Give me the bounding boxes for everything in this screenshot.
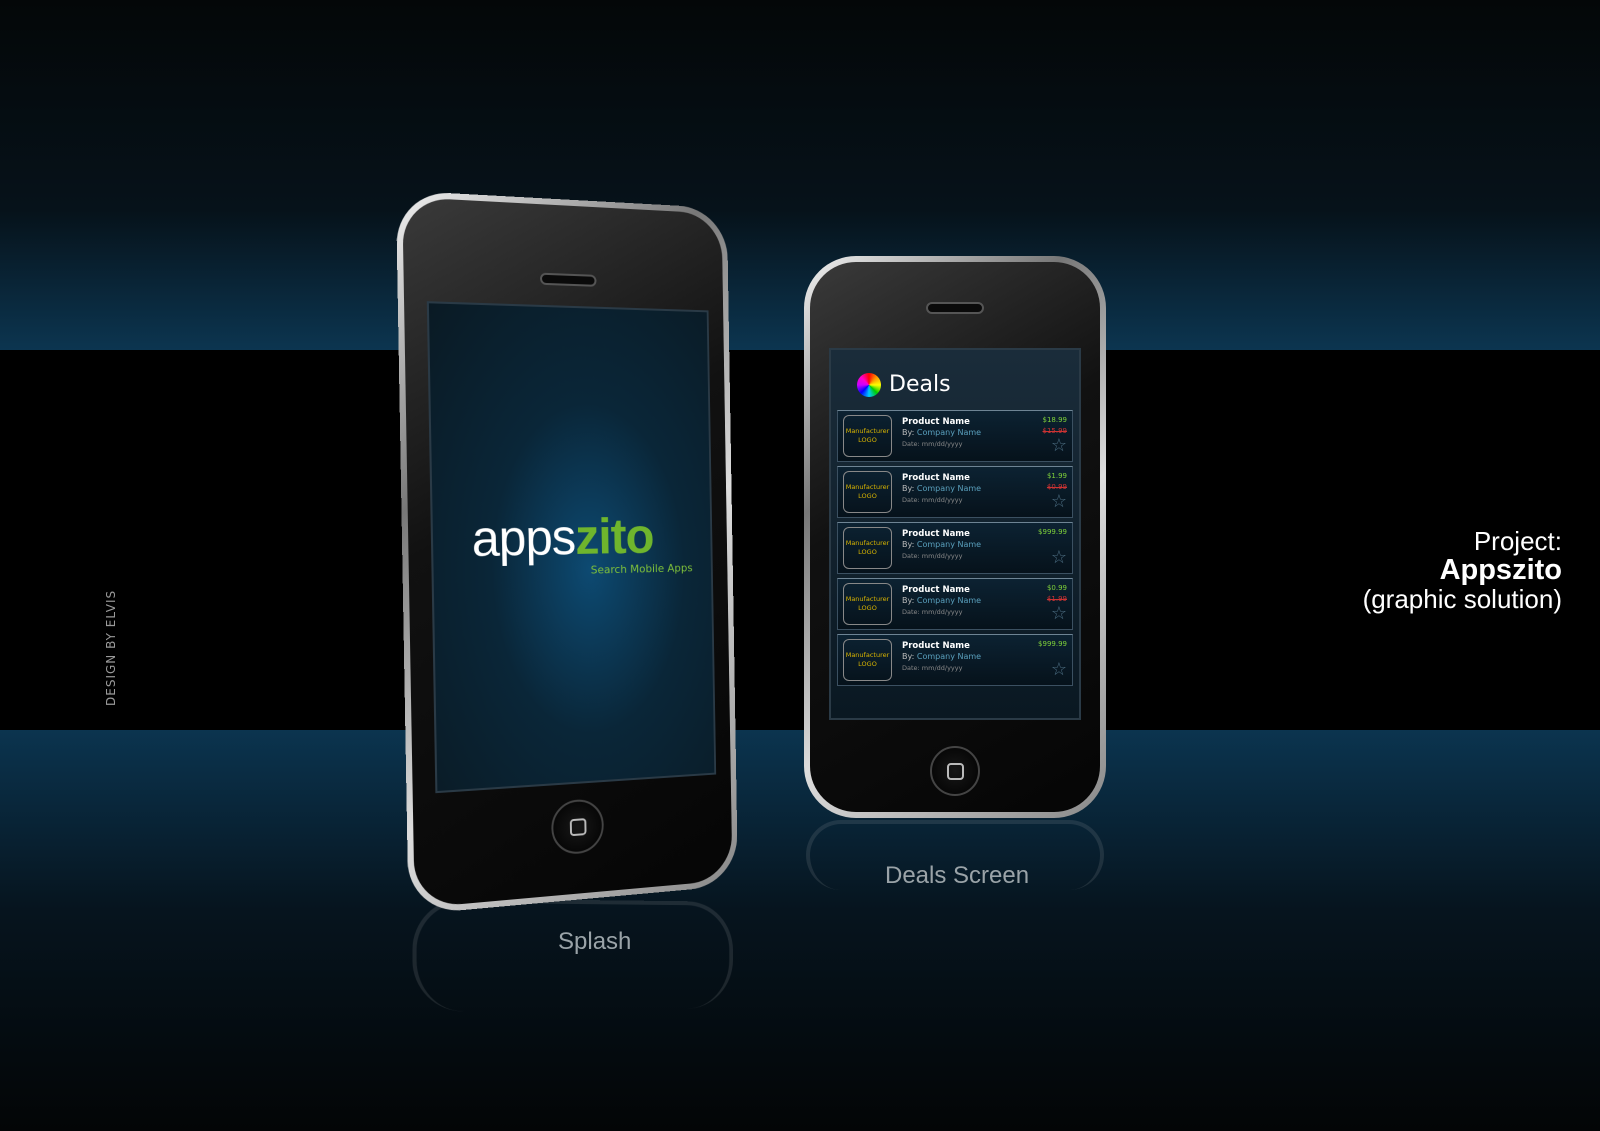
favorite-star-icon[interactable]: ☆ <box>1051 549 1067 567</box>
deal-price: $999.99 <box>1038 528 1067 536</box>
deals-list: Manufacturer LOGO Product Name By: Company … <box>837 410 1073 690</box>
designer-credit: DESIGN BY ELVIS <box>104 589 118 706</box>
deals-header: Deals <box>857 372 951 397</box>
product-date: Date: mm/dd/yyyy <box>902 552 963 560</box>
favorite-star-icon[interactable]: ☆ <box>1051 437 1067 455</box>
manufacturer-logo: Manufacturer LOGO <box>843 527 892 569</box>
project-title: Project: Appszito (graphic solution) <box>1363 527 1562 614</box>
splash-phone: appszito Search Mobile Apps <box>395 190 738 915</box>
project-name: Appszito <box>1439 554 1562 586</box>
product-name: Product Name <box>902 585 970 595</box>
product-date: Date: mm/dd/yyyy <box>902 440 963 448</box>
home-square-icon <box>569 817 587 836</box>
original-price: $15.99 <box>1042 427 1068 435</box>
product-date: Date: mm/dd/yyyy <box>902 664 963 672</box>
manufacturer-logo: Manufacturer LOGO <box>843 471 892 513</box>
splash-caption: Splash <box>558 928 632 955</box>
splash-screen: appszito Search Mobile Apps <box>426 301 717 794</box>
deal-row[interactable]: Manufacturer LOGO Product Name By: Company … <box>837 466 1073 518</box>
product-date: Date: mm/dd/yyyy <box>902 496 963 504</box>
deal-price: $1.99 <box>1046 472 1067 480</box>
background-top-band <box>0 0 1600 350</box>
product-name: Product Name <box>902 641 970 651</box>
home-button[interactable] <box>930 746 980 796</box>
product-date: Date: mm/dd/yyyy <box>902 608 963 616</box>
favorite-star-icon[interactable]: ☆ <box>1051 605 1067 623</box>
speaker-grille <box>539 272 597 287</box>
product-company: By: Company Name <box>902 540 982 549</box>
product-company: By: Company Name <box>902 484 982 493</box>
project-subtitle: (graphic solution) <box>1362 584 1562 614</box>
home-square-icon <box>946 762 964 780</box>
deals-screen: Deals Manufacturer LOGO Product Name By: Co… <box>829 348 1081 720</box>
deal-price: $18.99 <box>1042 416 1068 424</box>
speaker-grille <box>926 302 984 314</box>
product-name: Product Name <box>902 529 970 539</box>
product-company: By: Company Name <box>902 428 982 437</box>
deal-row[interactable]: Manufacturer LOGO Product Name By: Company … <box>837 522 1073 574</box>
deal-row[interactable]: Manufacturer LOGO Product Name By: Company … <box>837 634 1073 686</box>
deal-price: $999.99 <box>1038 640 1067 648</box>
deal-price: $0.99 <box>1046 584 1067 592</box>
manufacturer-logo: Manufacturer LOGO <box>843 415 892 457</box>
deal-row[interactable]: Manufacturer LOGO Product Name By: Company … <box>837 578 1073 630</box>
project-label: Project: <box>1473 526 1562 556</box>
deals-phone: Deals Manufacturer LOGO Product Name By: Co… <box>804 256 1106 818</box>
deal-row[interactable]: Manufacturer LOGO Product Name By: Company … <box>837 410 1073 462</box>
manufacturer-logo: Manufacturer LOGO <box>843 583 892 625</box>
appszito-logo: appszito <box>471 508 654 568</box>
product-company: By: Company Name <box>902 652 982 661</box>
color-flower-icon <box>857 372 881 397</box>
manufacturer-logo: Manufacturer LOGO <box>843 639 892 681</box>
logo-tagline: Search Mobile Apps <box>590 561 693 577</box>
background-middle-band <box>0 350 1600 730</box>
original-price: $0.99 <box>1046 483 1067 491</box>
deals-title: Deals <box>889 372 951 397</box>
home-button[interactable] <box>550 797 605 856</box>
favorite-star-icon[interactable]: ☆ <box>1051 661 1067 679</box>
deals-caption: Deals Screen <box>885 862 1030 889</box>
original-price: $1.99 <box>1046 595 1067 603</box>
favorite-star-icon[interactable]: ☆ <box>1051 493 1067 511</box>
background-bottom-band <box>0 730 1600 1131</box>
product-name: Product Name <box>902 473 970 483</box>
product-name: Product Name <box>902 417 970 427</box>
product-company: By: Company Name <box>902 596 982 605</box>
